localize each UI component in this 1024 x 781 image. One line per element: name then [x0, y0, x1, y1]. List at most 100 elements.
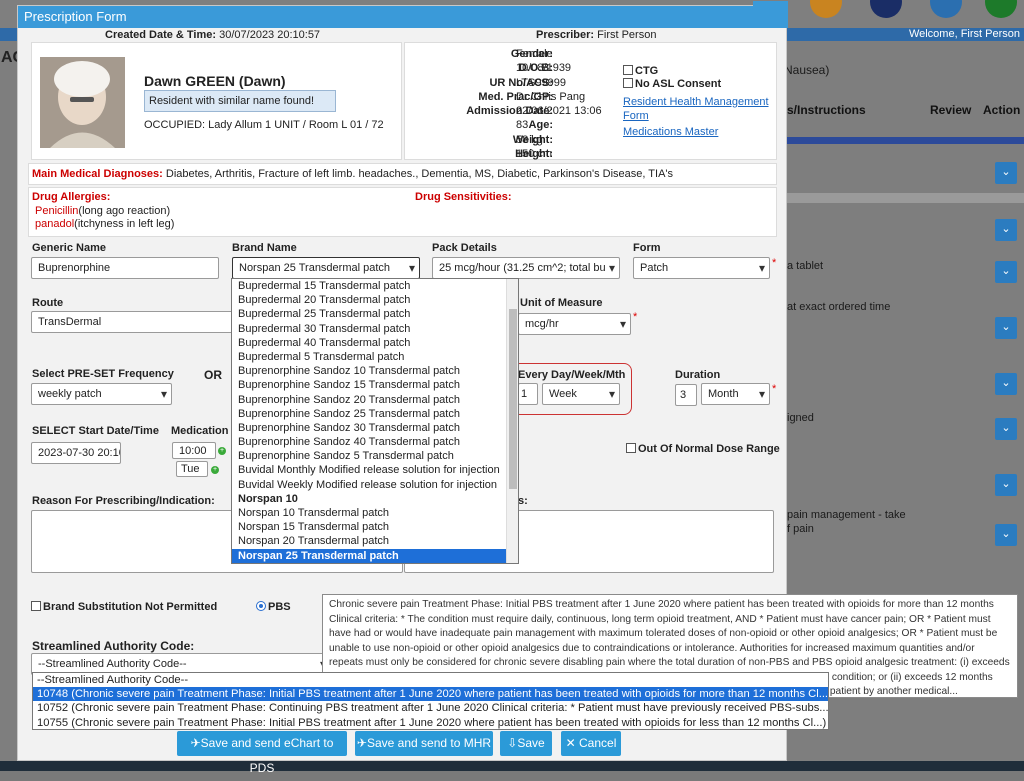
brand-name-select[interactable]: Norspan 25 Transdermal patch — [232, 257, 420, 279]
row-action-button-4[interactable]: ⌄ — [995, 317, 1017, 339]
col-instructions: s/Instructions — [787, 103, 866, 117]
required-mark: * — [772, 383, 777, 395]
detail-values: Female 10/08/1939 LTS99999 Dr Chris Pang 22/… — [516, 47, 602, 161]
save-send-pds-button[interactable]: ✈Save and send eChart to PDS — [177, 731, 347, 775]
resident-health-link[interactable]: Resident Health Management Form — [623, 96, 773, 123]
brand-option[interactable]: Buprenorphine Sandoz 20 Transdermal patc… — [232, 393, 518, 407]
start-date-input[interactable]: 2023-07-30 20:10 — [31, 442, 121, 464]
save-icon: ⇩ — [507, 736, 518, 750]
modal-title: Prescription Form — [18, 6, 788, 28]
occupied-location: OCCUPIED: Lady Allum 1 UNIT / Room L 01 … — [144, 119, 384, 131]
allergy-item: Penicillin(long ago reaction) — [35, 205, 171, 217]
brand-option[interactable]: Bupredermal 20 Transdermal patch — [232, 293, 518, 307]
diagnoses-value: Diabetes, Arthritis, Fracture of left li… — [165, 168, 674, 180]
pack-details-select[interactable]: 25 mcg/hour (31.25 cm^2; total bu — [432, 257, 620, 279]
row-action-button-8[interactable]: ⌄ — [995, 524, 1017, 546]
required-mark: * — [772, 257, 777, 269]
brand-dropdown-list[interactable]: Bupredermal 15 Transdermal patch Buprede… — [231, 278, 519, 564]
preset-frequency-select[interactable]: weekly patch — [31, 383, 172, 405]
ur-value: LTS99999 — [516, 76, 566, 89]
created-datetime: Created Date & Time: 30/07/2023 20:10:57 — [105, 29, 321, 41]
brand-option-selected[interactable]: Norspan 25 Transdermal patch — [232, 548, 518, 563]
every-number-input[interactable]: 1 — [518, 383, 538, 405]
brand-option[interactable]: Bupredermal 15 Transdermal patch — [232, 279, 518, 293]
row-action-button-2[interactable]: ⌄ — [995, 219, 1017, 241]
height-value: 150 cm — [516, 148, 553, 161]
diagnoses-label: Main Medical Diagnoses: — [32, 168, 163, 180]
form-select[interactable]: Patch — [633, 257, 770, 279]
brand-option[interactable]: Buprenorphine Sandoz 10 Transdermal patc… — [232, 364, 518, 378]
medications-master-link[interactable]: Medications Master — [623, 126, 718, 138]
authority-code-list[interactable]: --Streamlined Authority Code-- 10748 (Ch… — [32, 672, 829, 730]
medication-time-label: Medication T — [171, 425, 239, 437]
row-action-button-3[interactable]: ⌄ — [995, 261, 1017, 283]
authority-option[interactable]: 10755 (Chronic severe pain Treatment Pha… — [33, 716, 828, 730]
brand-option[interactable]: Bupredermal 30 Transdermal patch — [232, 322, 518, 336]
authority-option[interactable]: 10752 (Chronic severe pain Treatment Pha… — [33, 701, 828, 715]
reason-label: Reason For Prescribing/Indication: — [32, 495, 215, 507]
brand-option[interactable]: Norspan 20 Transdermal patch — [232, 534, 518, 548]
brand-option[interactable]: Buprenorphine Sandoz 25 Transdermal patc… — [232, 407, 518, 421]
close-icon: ✕ — [565, 736, 580, 750]
diagnoses-bar: Main Medical Diagnoses: Diabetes, Arthri… — [28, 163, 777, 185]
brand-option[interactable]: Buprenorphine Sandoz 5 Transdermal patch — [232, 449, 518, 463]
save-send-mhr-button[interactable]: ✈Save and send to MHR — [355, 731, 493, 756]
brand-option[interactable]: Bupredermal 40 Transdermal patch — [232, 336, 518, 350]
uom-select[interactable]: mcg/hr — [518, 313, 631, 335]
brand-option[interactable]: Buprenorphine Sandoz 15 Transdermal patc… — [232, 378, 518, 392]
navy-circle-icon[interactable] — [870, 0, 902, 18]
brand-option[interactable]: Norspan 15 Transdermal patch — [232, 520, 518, 534]
authority-option[interactable]: --Streamlined Authority Code-- — [33, 673, 828, 687]
similar-name-notice: Resident with similar name found! — [144, 90, 336, 112]
brand-substitution-checkbox[interactable]: Brand Substitution Not Permitted — [31, 601, 217, 613]
row-pain-text-2: f pain — [787, 523, 814, 535]
row-action-button-6[interactable]: ⌄ — [995, 418, 1017, 440]
save-button[interactable]: ⇩Save — [500, 731, 552, 756]
add-day-icon[interactable]: + — [211, 466, 219, 474]
out-of-range-checkbox[interactable]: Out Of Normal Dose Range — [626, 443, 780, 455]
resident-details-panel: Gender: D.O.B: UR No/ACS: Med. Prac/GP: Admi… — [404, 42, 777, 160]
duration-number-input[interactable]: 3 — [675, 384, 697, 406]
route-input[interactable]: TransDermal — [31, 311, 236, 333]
row-action-button-1[interactable]: ⌄ — [995, 162, 1017, 184]
ctg-checkbox[interactable]: CTG — [623, 65, 658, 77]
brand-option[interactable]: Bupredermal 5 Transdermal patch — [232, 350, 518, 364]
brand-option[interactable]: Buprenorphine Sandoz 40 Transdermal patc… — [232, 435, 518, 449]
scrollbar-thumb[interactable] — [509, 309, 517, 489]
authority-option-highlighted[interactable]: 10748 (Chronic severe pain Treatment Pha… — [33, 687, 828, 702]
uom-label: Unit of Measure — [520, 297, 603, 309]
duration-period-select[interactable]: Month — [701, 383, 770, 405]
row-action-button-7[interactable]: ⌄ — [995, 474, 1017, 496]
medication-day-input[interactable]: Tue — [176, 461, 208, 477]
pbs-radio[interactable]: PBS — [256, 601, 291, 613]
brand-option-group[interactable]: Norspan 10 — [232, 492, 518, 506]
green-check-icon[interactable] — [985, 0, 1017, 18]
no-asl-checkbox[interactable]: No ASL Consent — [623, 78, 721, 90]
send-icon: ✈ — [190, 736, 201, 750]
brand-option[interactable]: Buprenorphine Sandoz 30 Transdermal patc… — [232, 421, 518, 435]
add-time-icon[interactable]: + — [218, 447, 226, 455]
globe-icon[interactable] — [930, 0, 962, 18]
resident-name: Dawn GREEN (Dawn) — [144, 73, 286, 89]
orange-circle-icon[interactable] — [810, 0, 842, 18]
gp-value: Dr Chris Pang — [516, 90, 586, 103]
admission-value: 22/06/2021 13:06 — [516, 105, 602, 118]
row-signed-text: igned — [787, 412, 814, 424]
cancel-button[interactable]: ✕ Cancel — [561, 731, 621, 756]
dropdown-scrollbar[interactable] — [506, 279, 518, 563]
generic-name-label: Generic Name — [32, 242, 106, 254]
allergies-panel: Drug Allergies: Penicillin(long ago reac… — [28, 187, 777, 237]
brand-option[interactable]: Buvidal Monthly Modified release solutio… — [232, 463, 518, 477]
route-label: Route — [32, 297, 64, 309]
medication-time-input[interactable]: 10:00 — [172, 442, 216, 459]
brand-option[interactable]: Norspan 10 Transdermal patch — [232, 506, 518, 520]
brand-option[interactable]: Bupredermal 25 Transdermal patch — [232, 307, 518, 321]
every-period-select[interactable]: Week — [542, 383, 620, 405]
row-action-button-5[interactable]: ⌄ — [995, 373, 1017, 395]
resident-panel: Dawn GREEN (Dawn) Resident with similar … — [31, 42, 402, 160]
brand-option[interactable]: Buvidal Weekly Modified release solution… — [232, 478, 518, 492]
streamlined-label: Streamlined Authority Code: — [32, 639, 195, 653]
generic-name-input[interactable]: Buprenorphine — [31, 257, 219, 279]
resident-photo — [40, 57, 125, 148]
allergy-item: panadol(itchyness in left leg) — [35, 218, 175, 230]
